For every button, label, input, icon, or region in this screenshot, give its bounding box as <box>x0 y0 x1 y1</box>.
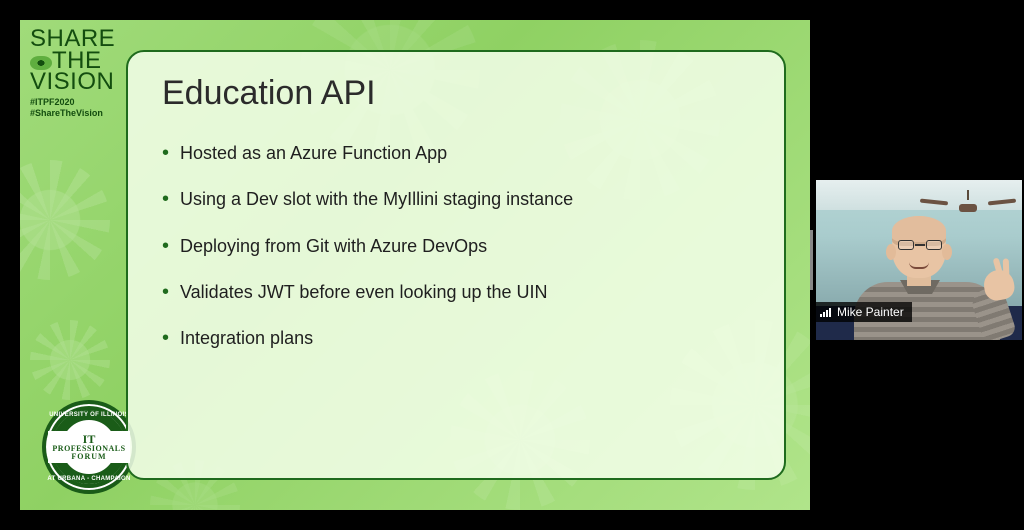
decorative-gear-icon <box>20 160 110 280</box>
event-logo: SHARE THE VISION <box>30 28 120 93</box>
it-pro-forum-seal: UNIVERSITY OF ILLINOIS IT PROFESSIONALS … <box>42 400 136 494</box>
speaker-name: Mike Painter <box>837 305 904 319</box>
slide-bullet: Using a Dev slot with the MyIllini stagi… <box>162 187 750 211</box>
slide-bullet: Hosted as an Azure Function App <box>162 141 750 165</box>
seal-forum: FORUM <box>52 453 125 461</box>
logo-line: VISION <box>30 68 114 95</box>
seal-center: IT PROFESSIONALS FORUM <box>48 431 129 463</box>
video-conference-stage: SHARE THE VISION #ITPF2020 #ShareTheVisi… <box>0 0 1024 530</box>
slide-content-box: Education API Hosted as an Azure Functio… <box>126 50 786 480</box>
slide-sidebar: SHARE THE VISION #ITPF2020 #ShareTheVisi… <box>30 28 120 119</box>
speaker-name-banner: Mike Painter <box>816 302 912 322</box>
panel-resize-handle[interactable] <box>810 230 813 290</box>
decorative-gear-icon <box>30 320 110 400</box>
slide-bullet: Validates JWT before even looking up the… <box>162 280 750 304</box>
presentation-slide: SHARE THE VISION #ITPF2020 #ShareTheVisi… <box>20 20 810 510</box>
ceiling-fan-icon <box>938 190 998 212</box>
audio-level-icon <box>820 307 831 317</box>
hashtag: #ShareTheVision <box>30 108 120 119</box>
seal-arc-top: UNIVERSITY OF ILLINOIS <box>46 412 132 418</box>
event-hashtags: #ITPF2020 #ShareTheVision <box>30 97 120 120</box>
slide-bullet: Deploying from Git with Azure DevOps <box>162 234 750 258</box>
slide-title: Education API <box>162 74 750 113</box>
hashtag: #ITPF2020 <box>30 97 120 108</box>
seal-arc-bottom: AT URBANA - CHAMPAIGN <box>46 476 132 482</box>
speaker-video-tile[interactable]: Mike Painter <box>816 180 1022 340</box>
slide-bullet-list: Hosted as an Azure Function App Using a … <box>162 141 750 350</box>
slide-bullet: Integration plans <box>162 326 750 350</box>
